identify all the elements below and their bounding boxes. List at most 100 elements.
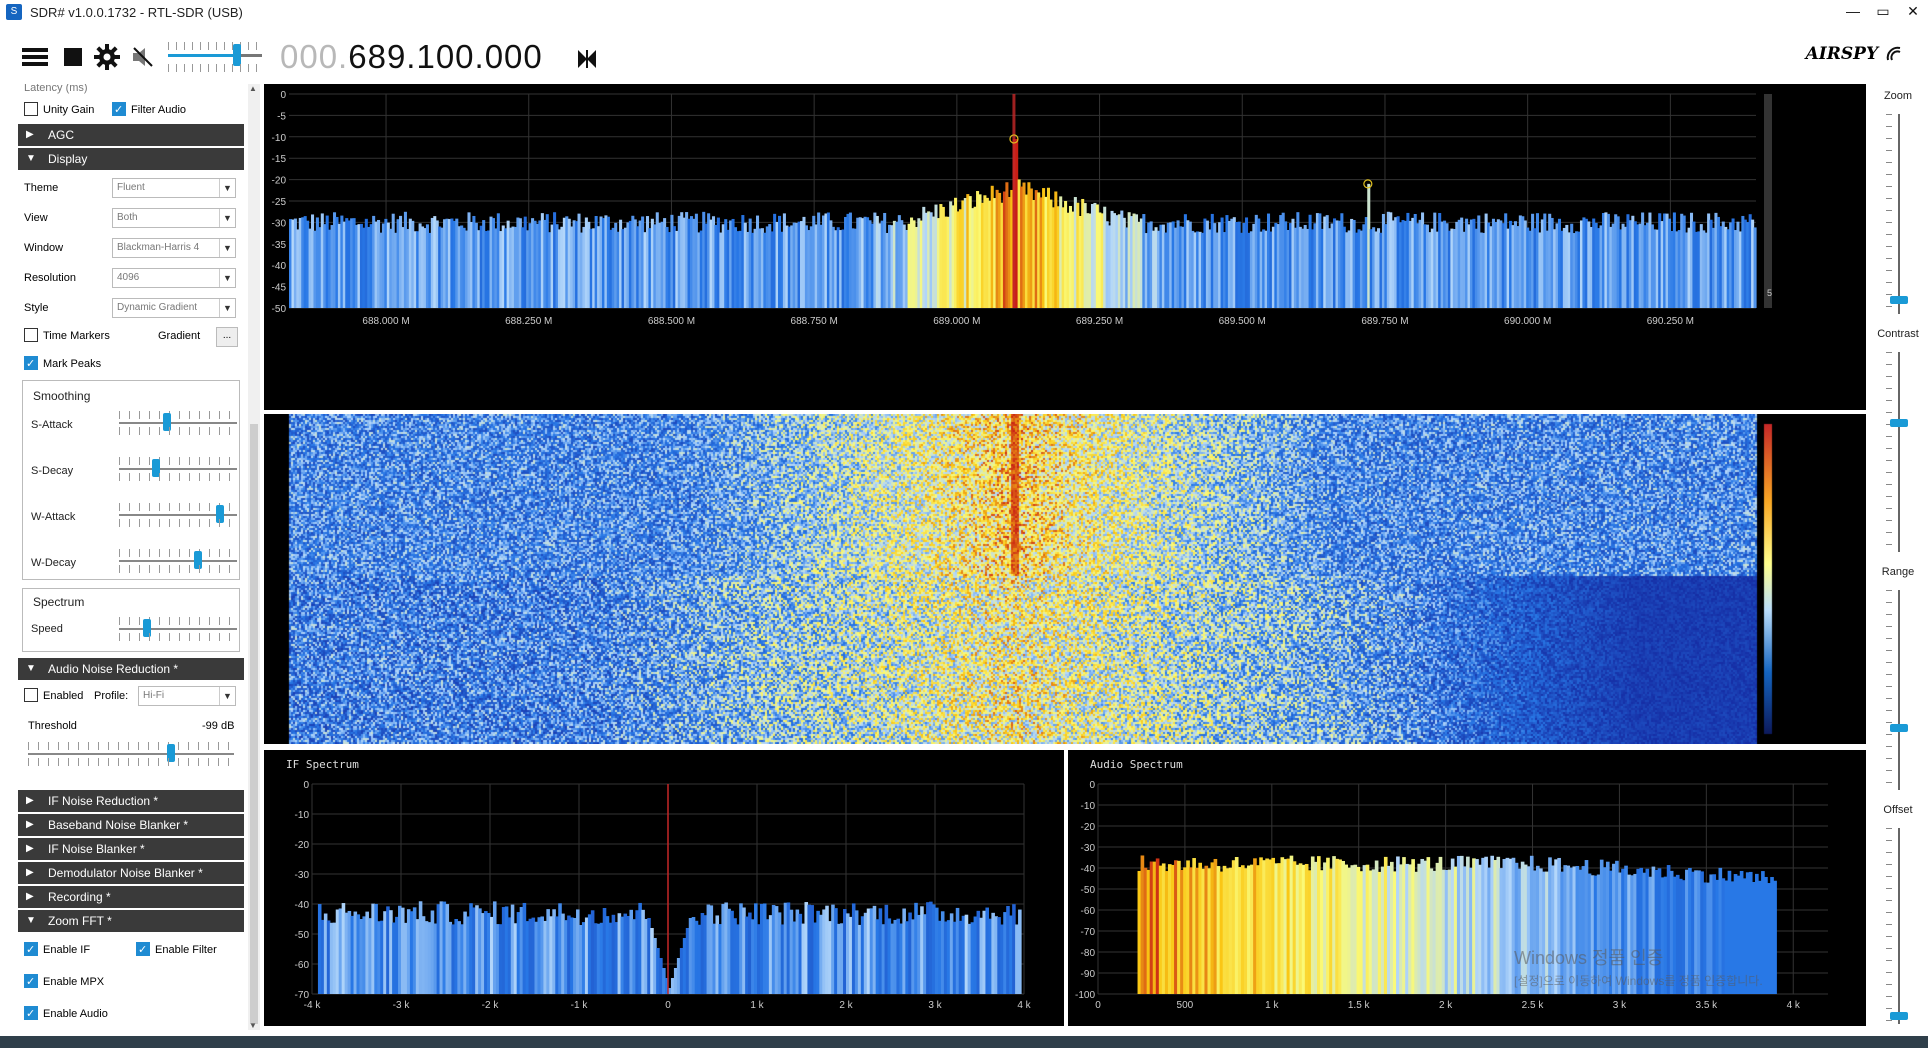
chevron-down-icon: ▼ bbox=[219, 239, 235, 257]
enable-mpx-box[interactable] bbox=[24, 972, 38, 992]
if-noise-blanker-header[interactable]: IF Noise Blanker * bbox=[18, 838, 244, 860]
display-section-header[interactable]: Display bbox=[18, 148, 244, 170]
offset-label: Offset bbox=[1883, 804, 1913, 816]
mark-peaks-label: Mark Peaks bbox=[43, 358, 102, 370]
slider-thumb[interactable] bbox=[1890, 1012, 1908, 1021]
enable-if-checkbox[interactable]: Enable IF bbox=[24, 940, 90, 960]
demodulator-noise-blanker-header[interactable]: Demodulator Noise Blanker * bbox=[18, 862, 244, 884]
audio-noise-reduction-header[interactable]: Audio Noise Reduction * bbox=[18, 658, 244, 680]
enable-audio-box[interactable] bbox=[24, 1004, 38, 1024]
scroll-up-icon[interactable]: ▲ bbox=[249, 84, 257, 93]
spectrum-panel[interactable]: 0 -5 -10 -15 -20 -25 -30 -35 -40 -45 -50 688.000 M 6… bbox=[264, 84, 1866, 410]
if-spectrum-panel[interactable]: IF Spectrum 0 -10 -20 -30 -40 -50 -60 -70 -4 k -3 … bbox=[264, 750, 1064, 1026]
slider-thumb[interactable] bbox=[1890, 724, 1908, 733]
slider-thumb[interactable] bbox=[1890, 419, 1908, 428]
w-attack-slider[interactable] bbox=[119, 501, 237, 529]
contrast-label: Contrast bbox=[1877, 328, 1919, 340]
agc-section-header[interactable]: AGC bbox=[18, 124, 244, 146]
window-controls: — ▭ ✕ bbox=[1838, 0, 1928, 24]
mark-peaks-checkbox[interactable]: Mark Peaks bbox=[24, 354, 101, 374]
range-slider[interactable] bbox=[1886, 590, 1908, 790]
chevron-down-icon: ▼ bbox=[219, 299, 235, 317]
main-display: 0 -5 -10 -15 -20 -25 -30 -35 -40 -45 -50 688.000 M 6… bbox=[264, 84, 1868, 1030]
spectrum-bar bbox=[1018, 909, 1022, 994]
profile-label: Profile: bbox=[94, 690, 129, 702]
offset-slider[interactable] bbox=[1886, 828, 1908, 1024]
s-attack-slider[interactable] bbox=[119, 409, 237, 437]
y-tick-label: -50 bbox=[272, 304, 287, 315]
filter-audio-checkbox[interactable]: Filter Audio bbox=[112, 100, 186, 120]
scroll-down-icon[interactable]: ▼ bbox=[249, 1021, 257, 1030]
anr-enabled-box[interactable] bbox=[24, 688, 38, 703]
mark-peaks-box[interactable] bbox=[24, 354, 38, 374]
enable-mpx-checkbox[interactable]: Enable MPX bbox=[24, 972, 104, 992]
waterfall-display[interactable] bbox=[264, 414, 1866, 744]
window-select[interactable]: Blackman-Harris 4 ▼ bbox=[112, 238, 236, 258]
contrast-slider[interactable] bbox=[1886, 352, 1908, 552]
w-decay-slider[interactable] bbox=[119, 547, 237, 575]
unity-gain-box[interactable] bbox=[24, 102, 38, 117]
x-tick-label: 689.750 M bbox=[1361, 316, 1408, 327]
y-tick-label: -50 bbox=[1081, 885, 1096, 896]
enable-filter-checkbox[interactable]: Enable Filter bbox=[136, 940, 217, 960]
profile-select[interactable]: Hi-Fi ▼ bbox=[138, 686, 236, 706]
latency-label: Latency (ms) bbox=[24, 84, 88, 94]
resolution-select[interactable]: 4096 ▼ bbox=[112, 268, 236, 288]
if-noise-reduction-header[interactable]: IF Noise Reduction * bbox=[18, 790, 244, 812]
window-value: Blackman-Harris 4 bbox=[117, 242, 200, 253]
settings-scrollbar[interactable]: ▲ ▼ bbox=[248, 84, 260, 1030]
filter-audio-label: Filter Audio bbox=[131, 104, 187, 116]
x-tick-label: 1 k bbox=[750, 1000, 764, 1011]
threshold-slider[interactable] bbox=[28, 740, 234, 768]
stop-icon[interactable] bbox=[58, 42, 88, 72]
scrollbar-thumb[interactable] bbox=[250, 424, 258, 1024]
if-spectrum-chart[interactable]: IF Spectrum0-10-20-30-40-50-60-70-4 k -3 … bbox=[264, 750, 1064, 1026]
filter-audio-box[interactable] bbox=[112, 100, 126, 120]
view-select[interactable]: Both ▼ bbox=[112, 208, 236, 228]
zoom-slider[interactable] bbox=[1886, 114, 1908, 314]
close-button[interactable]: ✕ bbox=[1898, 0, 1928, 24]
resolution-label: Resolution bbox=[24, 272, 76, 284]
enable-if-box[interactable] bbox=[24, 940, 38, 960]
y-tick-label: 0 bbox=[303, 780, 309, 791]
gear-icon[interactable] bbox=[92, 42, 122, 72]
time-markers-checkbox[interactable]: Time Markers bbox=[24, 326, 110, 346]
minimize-button[interactable]: — bbox=[1838, 0, 1868, 24]
style-label: Style bbox=[24, 302, 49, 314]
theme-select[interactable]: Fluent ▼ bbox=[112, 178, 236, 198]
hamburger-icon[interactable] bbox=[20, 42, 50, 72]
resolution-value: 4096 bbox=[117, 272, 140, 283]
x-tick-label: 2 k bbox=[1439, 1000, 1453, 1011]
frequency-display[interactable]: 000.689.100.000 bbox=[280, 38, 543, 76]
x-tick-label: 1 k bbox=[1265, 1000, 1279, 1011]
enable-filter-box[interactable] bbox=[136, 940, 150, 960]
volume-slider[interactable] bbox=[168, 38, 262, 78]
x-tick-label: 0 bbox=[1095, 1000, 1101, 1011]
recording-header[interactable]: Recording * bbox=[18, 886, 244, 908]
y-tick-label: -15 bbox=[272, 154, 287, 165]
speaker-muted-icon[interactable] bbox=[128, 42, 158, 72]
enable-audio-checkbox[interactable]: Enable Audio bbox=[24, 1004, 108, 1024]
chevron-down-icon: ▼ bbox=[219, 687, 235, 705]
slider-thumb[interactable] bbox=[1890, 296, 1908, 305]
anr-enabled-checkbox[interactable]: Enabled bbox=[24, 686, 83, 706]
speed-slider[interactable] bbox=[119, 615, 237, 643]
style-select[interactable]: Dynamic Gradient ▼ bbox=[112, 298, 236, 318]
profile-value: Hi-Fi bbox=[143, 690, 165, 701]
settings-panel: Latency (ms) Unity Gain Filter Audio AGC… bbox=[18, 84, 262, 1030]
theme-value: Fluent bbox=[117, 182, 145, 193]
waterfall-panel[interactable] bbox=[264, 414, 1866, 744]
baseband-noise-blanker-header[interactable]: Baseband Noise Blanker * bbox=[18, 814, 244, 836]
step-tune-icon[interactable] bbox=[576, 48, 598, 73]
x-tick-label: 689.250 M bbox=[1076, 316, 1123, 327]
y-tick-label: -20 bbox=[1081, 822, 1096, 833]
gradient-button[interactable]: ... bbox=[216, 327, 238, 347]
enable-mpx-label: Enable MPX bbox=[43, 976, 105, 988]
zoom-fft-header[interactable]: Zoom FFT * bbox=[18, 910, 244, 932]
unity-gain-checkbox[interactable]: Unity Gain bbox=[24, 100, 94, 120]
time-markers-box[interactable] bbox=[24, 328, 38, 343]
y-tick-label: -10 bbox=[295, 810, 310, 821]
restore-button[interactable]: ▭ bbox=[1868, 0, 1898, 24]
s-decay-slider[interactable] bbox=[119, 455, 237, 483]
main-spectrum-chart[interactable]: 0 -5 -10 -15 -20 -25 -30 -35 -40 -45 -50 688.000 M 6… bbox=[264, 84, 1866, 410]
